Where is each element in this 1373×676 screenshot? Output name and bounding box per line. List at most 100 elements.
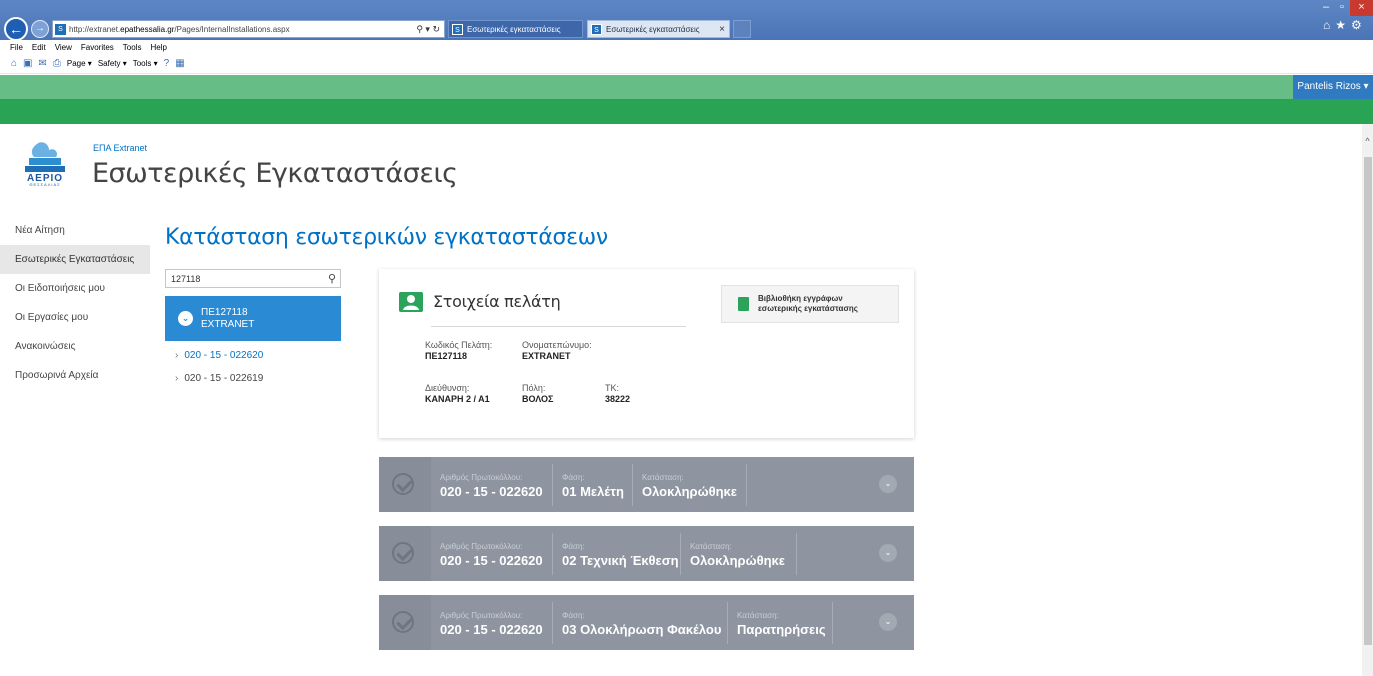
menu-bar: File Edit View Favorites Tools Help [0, 40, 1373, 54]
protocol-cell: Αριθμός Πρωτοκόλλου: 020 - 15 - 022620 [431, 533, 553, 575]
field-value: ΚΑΝΑΡΗ 2 / Α1 [425, 394, 490, 404]
protocol-phase-bar[interactable]: Αριθμός Πρωτοκόλλου: 020 - 15 - 022620 Φά… [379, 526, 914, 581]
safety-menu[interactable]: Safety ▾ [98, 59, 127, 68]
library-button-line2: εσωτερικής εγκατάστασης [758, 304, 858, 313]
forward-button[interactable]: → [31, 20, 49, 38]
minimize-button[interactable]: – [1318, 0, 1334, 16]
card-title: Στοιχεία πελάτη [433, 292, 561, 311]
protocol-phase-bar[interactable]: Αριθμός Πρωτοκόλλου: 020 - 15 - 022620 Φά… [379, 457, 914, 512]
nav-new-request[interactable]: Νέα Αίτηση [0, 216, 150, 245]
research-icon[interactable]: ▦ [175, 58, 184, 69]
protocol-item[interactable]: › 020 - 15 - 022620 [175, 349, 263, 372]
field-label: ΤΚ: [605, 383, 620, 393]
status-cell: Κατάσταση: Ολοκληρώθηκε [681, 533, 797, 575]
menu-favorites[interactable]: Favorites [81, 43, 114, 52]
address-field: Διεύθυνση: ΚΑΝΑΡΗ 2 / Α1 [425, 383, 490, 404]
tab-favicon-icon: S [452, 23, 463, 35]
address-url[interactable]: http://extranet.epathessalia.gr/Pages/In… [69, 25, 412, 34]
document-library-icon [738, 297, 749, 311]
phase-cell: Φάση: 03 Ολοκλήρωση Φακέλου [553, 602, 728, 644]
left-navigation: Νέα Αίτηση Εσωτερικές Εγκαταστάσεις Οι Ε… [0, 216, 150, 390]
status-cell: Κατάσταση: Ολοκληρώθηκε [633, 464, 747, 506]
customer-name-field: Ονοματεπώνυμο: EXTRANET [522, 340, 592, 361]
field-label: Ονοματεπώνυμο: [522, 340, 592, 350]
page-scrollbar[interactable]: ^ [1362, 124, 1373, 676]
mail-icon[interactable]: ✉ [39, 58, 47, 69]
field-label: Διεύθυνση: [425, 383, 470, 393]
new-tab-button[interactable] [733, 20, 751, 38]
customer-search-input[interactable]: 127118 ⚲ [165, 269, 341, 288]
user-menu-button[interactable]: Pantelis Rizos ▾ [1293, 75, 1373, 99]
feeds-icon[interactable]: ▣ [23, 58, 32, 69]
menu-tools[interactable]: Tools [123, 43, 142, 52]
search-icon[interactable]: ⚲ [324, 272, 340, 285]
chevron-right-icon: › [175, 350, 179, 361]
help-icon[interactable]: ? [164, 58, 170, 69]
chevron-down-icon[interactable]: ⌄ [178, 311, 193, 326]
address-search-refresh-icon[interactable]: ⚲ ▾ ↻ [412, 24, 444, 35]
contact-card-icon [399, 292, 423, 312]
site-title: Εσωτερικές Εγκαταστάσεις [92, 158, 458, 189]
suite-bar: Pantelis Rizos ▾ [0, 75, 1373, 99]
protocol-cell: Αριθμός Πρωτοκόλλου: 020 - 15 - 022620 [431, 464, 553, 506]
zip-field: ΤΚ: 38222 [605, 383, 630, 404]
status-cell: Κατάσταση: Παρατηρήσεις [728, 602, 833, 644]
expand-chevron-icon[interactable]: ⌄ [879, 544, 897, 562]
tools-menu[interactable]: Tools ▾ [133, 59, 158, 68]
field-value: EXTRANET [522, 351, 571, 361]
scroll-thumb[interactable] [1364, 157, 1372, 645]
menu-file[interactable]: File [10, 43, 23, 52]
field-value: ΠΕ127118 [425, 351, 468, 361]
protocol-item[interactable]: › 020 - 15 - 022619 [175, 372, 263, 395]
aerio-thessalias-logo: ΑΕΡΙΟ ΘΕΣΣΑΛΙΑΣ [22, 142, 68, 186]
scroll-up-icon[interactable]: ^ [1362, 136, 1373, 146]
home-icon[interactable]: ⌂ [11, 58, 17, 69]
protocol-cell: Αριθμός Πρωτοκόλλου: 020 - 15 - 022620 [431, 602, 553, 644]
tab-favicon-icon: S [591, 23, 602, 35]
checkmark-icon [392, 473, 414, 495]
page-title: Κατάσταση εσωτερικών εγκαταστάσεων [165, 225, 608, 250]
checkmark-icon [392, 542, 414, 564]
chevron-right-icon: › [175, 373, 179, 384]
nav-temporary-files[interactable]: Προσωρινά Αρχεία [0, 361, 150, 390]
menu-edit[interactable]: Edit [32, 43, 46, 52]
expand-chevron-icon[interactable]: ⌄ [879, 613, 897, 631]
expand-chevron-icon[interactable]: ⌄ [879, 475, 897, 493]
maximize-button[interactable]: ▫ [1334, 0, 1350, 16]
phase-cell: Φάση: 01 Μελέτη [553, 464, 633, 506]
menu-view[interactable]: View [55, 43, 72, 52]
field-label: Πόλη: [522, 383, 546, 393]
nav-my-tasks[interactable]: Οι Εργασίες μου [0, 303, 150, 332]
close-window-button[interactable]: × [1350, 0, 1373, 16]
back-button[interactable]: ← [4, 17, 28, 41]
page-menu[interactable]: Page ▾ [67, 59, 92, 68]
browser-tab-1[interactable]: S Εσωτερικές εγκαταστάσεις [448, 20, 583, 38]
site-subtitle-link[interactable]: ΕΠΑ Extranet [93, 143, 147, 153]
library-button-line1: Βιβλιοθήκη εγγράφων [758, 294, 843, 303]
customer-code: ΠΕ127118 [201, 306, 248, 318]
customer-name: EXTRANET [201, 318, 255, 330]
ribbon-bar [0, 99, 1373, 124]
field-label: Κωδικός Πελάτη: [425, 340, 493, 350]
city-field: Πόλη: ΒΟΛΟΣ [522, 383, 553, 404]
address-bar[interactable]: S http://extranet.epathessalia.gr/Pages/… [52, 20, 445, 38]
protocol-phase-bar[interactable]: Αριθμός Πρωτοκόλλου: 020 - 15 - 022620 Φά… [379, 595, 914, 650]
browser-tab-2-active[interactable]: S Εσωτερικές εγκαταστάσεις × [587, 20, 730, 38]
phase-cell: Φάση: 02 Τεχνική Έκθεση [553, 533, 681, 575]
field-value: ΒΟΛΟΣ [522, 394, 554, 404]
nav-my-notifications[interactable]: Οι Ειδοποιήσεις μου [0, 274, 150, 303]
protocol-list: › 020 - 15 - 022620 › 020 - 15 - 022619 [175, 349, 263, 395]
customer-selector[interactable]: ⌄ ΠΕ127118 EXTRANET [165, 296, 341, 341]
site-favicon-icon: S [55, 23, 66, 35]
document-library-button[interactable]: Βιβλιοθήκη εγγράφων εσωτερικής εγκατάστα… [721, 285, 899, 323]
tab-2-label: Εσωτερικές εγκαταστάσεις [606, 24, 700, 34]
customer-selector-text: ΠΕ127118 EXTRANET [201, 307, 254, 331]
nav-internal-installations[interactable]: Εσωτερικές Εγκαταστάσεις [0, 245, 150, 274]
field-value: 38222 [605, 394, 631, 404]
browser-titlebar: ← → S http://extranet.epathessalia.gr/Pa… [0, 0, 1373, 41]
menu-help[interactable]: Help [150, 43, 166, 52]
nav-announcements[interactable]: Ανακοινώσεις [0, 332, 150, 361]
close-tab-icon[interactable]: × [719, 24, 725, 35]
print-icon[interactable]: ⎙ [53, 58, 61, 69]
home-favorites-tools-icons[interactable]: ⌂★⚙ [1323, 18, 1367, 32]
